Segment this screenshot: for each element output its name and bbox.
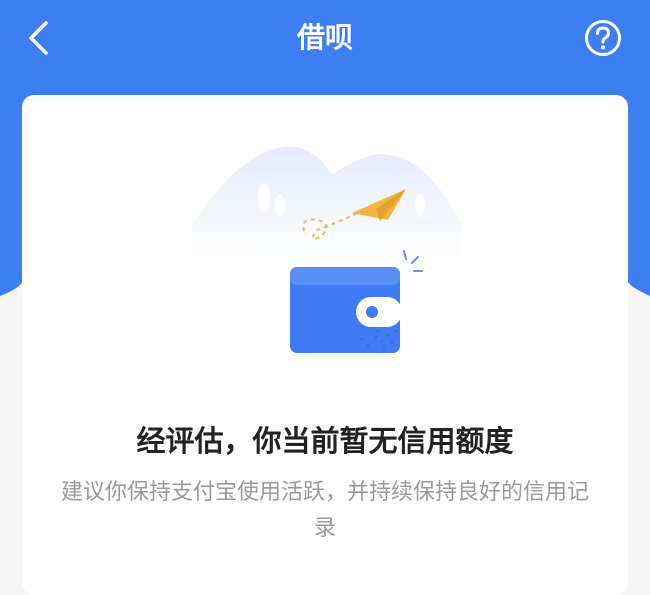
wallet-icon [290,250,423,353]
no-credit-headline: 经评估，你当前暂无信用额度 [136,424,514,458]
wallet-with-paper-plane-illustration [192,146,462,353]
help-button[interactable] [583,18,623,58]
back-button[interactable] [18,16,58,60]
chevron-left-icon [29,21,48,55]
question-circle-icon [585,20,621,56]
suggestion-text: 建议你保持支付宝使用活跃，并持续保持良好的信用记录 [60,480,589,541]
info-card: 经评估，你当前暂无信用额度 建议你保持支付宝使用活跃，并持续保持良好的信用记录 [22,95,628,595]
